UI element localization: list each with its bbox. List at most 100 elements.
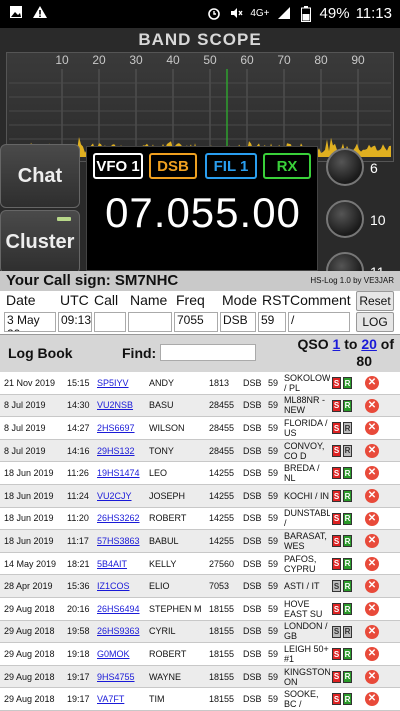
qsl-received-toggle[interactable]: R: [343, 603, 352, 615]
vfo-button[interactable]: VFO 1: [93, 153, 143, 179]
callsign-link[interactable]: 29HS132: [97, 440, 147, 462]
table-row[interactable]: 28 Apr 2019 15:36 IZ1COS ELIO 7053 DSB 59 ASTI …: [0, 575, 400, 598]
delete-icon[interactable]: ✕: [365, 579, 379, 594]
callsign-link[interactable]: 26HS6494: [97, 598, 147, 620]
table-row[interactable]: 8 Jul 2019 14:27 2HS6697 WILSON 28455 DSB 59 FL…: [0, 417, 400, 440]
rst-field[interactable]: 59: [258, 312, 286, 332]
callsign-link[interactable]: SP5IYV: [97, 372, 147, 394]
qsl-sent-toggle[interactable]: S: [332, 377, 341, 389]
reset-button[interactable]: Reset: [356, 291, 394, 311]
callsign-link[interactable]: 57HS3863: [97, 530, 147, 552]
callsign-link[interactable]: 9HS4755: [97, 666, 147, 688]
mode-field[interactable]: DSB: [220, 312, 256, 332]
date-field[interactable]: 3 May 20:: [4, 312, 56, 332]
table-row[interactable]: 8 Jul 2019 14:16 29HS132 TONY 28455 DSB 59 CONV…: [0, 439, 400, 463]
delete-icon[interactable]: ✕: [365, 489, 379, 503]
qsl-sent-toggle[interactable]: S: [332, 693, 341, 706]
qsl-received-toggle[interactable]: R: [343, 377, 352, 389]
delete-icon[interactable]: ✕: [365, 669, 379, 684]
callsign-link[interactable]: VU2NSB: [97, 395, 147, 417]
qsl-received-toggle[interactable]: R: [343, 670, 352, 683]
rx-tx-button[interactable]: RX: [263, 153, 311, 179]
delete-icon[interactable]: ✕: [365, 466, 379, 481]
delete-icon[interactable]: ✕: [365, 511, 379, 526]
name-field[interactable]: [128, 312, 172, 332]
cell-date: 29 Aug 2018: [4, 603, 55, 614]
cell-utc: 11:26: [67, 468, 89, 479]
qsl-sent-toggle[interactable]: S: [332, 467, 341, 480]
table-row[interactable]: 29 Aug 2018 19:17 VA7FT TIM 18155 DSB 59 SOOKE,…: [0, 688, 400, 711]
qsl-sent-toggle[interactable]: S: [332, 648, 341, 661]
knob-6[interactable]: [326, 148, 364, 186]
qsl-sent-toggle[interactable]: S: [332, 557, 341, 570]
qsl-sent-toggle[interactable]: S: [332, 512, 341, 525]
qsl-sent-toggle[interactable]: S: [332, 625, 341, 638]
delete-icon[interactable]: ✕: [365, 602, 379, 616]
qsl-sent-toggle[interactable]: S: [332, 535, 341, 548]
qsl-received-toggle[interactable]: R: [343, 648, 352, 661]
qsl-sent-toggle[interactable]: S: [332, 399, 341, 412]
qsl-sent-toggle[interactable]: S: [332, 422, 341, 435]
qsl-sent-toggle[interactable]: S: [332, 580, 341, 593]
find-input[interactable]: [160, 344, 256, 361]
table-row[interactable]: 29 Aug 2018 19:17 9HS4755 WAYNE 18155 DSB 59 KI…: [0, 665, 400, 689]
qsl-sent-toggle[interactable]: S: [332, 444, 341, 457]
callsign-link[interactable]: G0MOK: [97, 643, 147, 665]
table-row[interactable]: 18 Jun 2019 11:20 26HS3262 ROBERT 14255 DSB 59…: [0, 507, 400, 531]
table-row[interactable]: 18 Jun 2019 11:26 19HS1474 LEO 14255 DSB 59 BRE…: [0, 462, 400, 485]
qsl-sent-toggle[interactable]: S: [332, 603, 341, 615]
table-row[interactable]: 21 Nov 2019 15:15 SP5IYV ANDY 1813 DSB 59 SOKOL…: [0, 372, 400, 395]
delete-icon[interactable]: ✕: [365, 534, 379, 549]
qsl-received-toggle[interactable]: R: [343, 399, 352, 412]
qsl-received-toggle[interactable]: R: [343, 625, 352, 638]
table-row[interactable]: 8 Jul 2019 14:30 VU2NSB BASU 28455 DSB 59 ML88N…: [0, 394, 400, 418]
comment-field[interactable]: /: [288, 312, 350, 332]
qsl-sent-toggle[interactable]: S: [332, 490, 341, 502]
mode-button[interactable]: DSB: [149, 153, 197, 179]
table-row[interactable]: 18 Jun 2019 11:24 VU2CJY JOSEPH 14255 DSB 59 KO…: [0, 485, 400, 508]
qsl-sent-toggle[interactable]: S: [332, 670, 341, 683]
table-row[interactable]: 29 Aug 2018 20:16 26HS6494 STEPHEN M 18155 DS…: [0, 598, 400, 621]
callsign-link[interactable]: 19HS1474: [97, 462, 147, 484]
freq-field[interactable]: 7055: [174, 312, 218, 332]
callsign-link[interactable]: 26HS3262: [97, 508, 147, 530]
qso-last-link[interactable]: 20: [361, 336, 377, 352]
frequency-readout[interactable]: 07.055.00: [87, 189, 319, 237]
callsign-link[interactable]: VA7FT: [97, 688, 147, 710]
delete-icon[interactable]: ✕: [365, 398, 379, 413]
table-row[interactable]: 18 Jun 2019 11:17 57HS3863 BABUL 14255 DSB 59 B…: [0, 530, 400, 553]
filter-button[interactable]: FIL 1: [205, 153, 257, 179]
call-field[interactable]: [94, 312, 126, 332]
utc-field[interactable]: 09:13: [58, 312, 92, 332]
qsl-received-toggle[interactable]: R: [343, 693, 352, 706]
qsl-received-toggle[interactable]: R: [343, 467, 352, 480]
table-row[interactable]: 14 May 2019 18:21 5B4AIT KELLY 27560 DSB 59 PAF…: [0, 552, 400, 576]
delete-icon[interactable]: ✕: [365, 421, 379, 436]
knob-10[interactable]: [326, 200, 364, 238]
delete-icon[interactable]: ✕: [365, 647, 379, 662]
callsign-link[interactable]: 5B4AIT: [97, 553, 147, 575]
delete-icon[interactable]: ✕: [365, 556, 379, 571]
qsl-received-toggle[interactable]: R: [343, 490, 352, 502]
delete-icon[interactable]: ✕: [365, 376, 379, 390]
log-button[interactable]: LOG: [356, 312, 394, 332]
callsign-link[interactable]: VU2CJY: [97, 485, 147, 507]
qsl-received-toggle[interactable]: R: [343, 535, 352, 548]
cluster-button[interactable]: Cluster: [0, 210, 80, 271]
knob-6-label: 6: [370, 160, 378, 176]
qsl-received-toggle[interactable]: R: [343, 557, 352, 570]
callsign-link[interactable]: 26HS9363: [97, 621, 147, 643]
qsl-received-toggle[interactable]: R: [343, 444, 352, 457]
qsl-received-toggle[interactable]: R: [343, 512, 352, 525]
delete-icon[interactable]: ✕: [365, 692, 379, 707]
callsign-link[interactable]: IZ1COS: [97, 575, 147, 597]
knob-11[interactable]: [326, 252, 364, 271]
delete-icon[interactable]: ✕: [365, 443, 379, 458]
table-row[interactable]: 29 Aug 2018 19:58 26HS9363 CYRIL 18155 DSB 59 L…: [0, 620, 400, 644]
table-row[interactable]: 29 Aug 2018 19:18 G0MOK ROBERT 18155 DSB 59 LEI…: [0, 643, 400, 666]
qsl-received-toggle[interactable]: R: [343, 422, 352, 435]
qsl-received-toggle[interactable]: R: [343, 580, 352, 593]
delete-icon[interactable]: ✕: [365, 624, 379, 639]
callsign-link[interactable]: 2HS6697: [97, 417, 147, 439]
chat-button[interactable]: Chat: [0, 144, 80, 208]
